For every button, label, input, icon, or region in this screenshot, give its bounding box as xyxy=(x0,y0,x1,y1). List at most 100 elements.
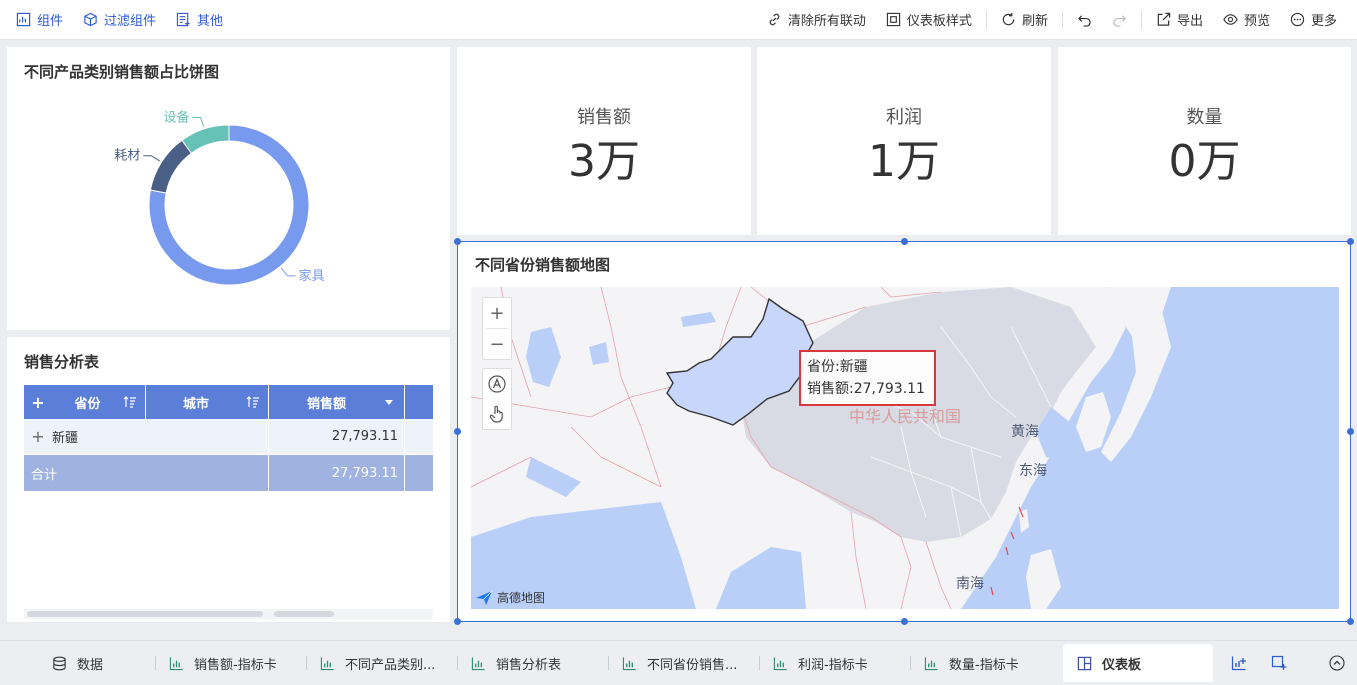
scrollbar-thumb[interactable] xyxy=(27,611,263,617)
add-component-button[interactable]: 组件 xyxy=(16,10,63,29)
toolbar-divider xyxy=(1140,10,1142,29)
table-row[interactable]: + 新疆 27,793.11 xyxy=(24,419,433,455)
bar-chart-icon xyxy=(924,656,938,670)
more-button[interactable]: 更多 xyxy=(1280,10,1347,29)
province-cell: + 新疆 xyxy=(24,419,269,454)
tab-data[interactable]: 数据 xyxy=(0,644,155,682)
tab-sales-table[interactable]: 销售分析表 xyxy=(457,644,608,682)
sea-label-south: 南海 xyxy=(956,576,984,592)
tab-profit-kpi[interactable]: 利润-指标卡 xyxy=(759,644,910,682)
undo-button[interactable] xyxy=(1067,12,1102,27)
resize-handle[interactable] xyxy=(454,618,461,625)
sort-icon[interactable] xyxy=(246,395,260,409)
resize-handle[interactable] xyxy=(901,618,908,625)
compass-icon xyxy=(488,375,506,393)
horizontal-scrollbar[interactable] xyxy=(24,609,433,619)
total-value: 27,793.11 xyxy=(269,455,405,491)
tab-divider xyxy=(457,656,458,670)
table-total-row: 合计 27,793.11 xyxy=(24,455,433,491)
preview-button[interactable]: 预览 xyxy=(1213,10,1280,29)
pie-slice-2[interactable] xyxy=(181,124,230,154)
hand-pointer-icon xyxy=(489,405,503,423)
kpi-card-profit[interactable]: 利润 1万 xyxy=(757,47,1051,235)
header-spacer xyxy=(405,385,433,419)
collapse-tabs-button[interactable] xyxy=(1315,644,1357,682)
bar-chart-icon xyxy=(622,656,636,670)
pie-slice-1[interactable] xyxy=(149,139,193,194)
total-spacer xyxy=(405,455,433,491)
tab-province-map[interactable]: 不同省份销售... xyxy=(608,644,759,682)
sales-cell: 27,793.11 xyxy=(269,419,405,454)
map-reset-button[interactable] xyxy=(482,369,512,399)
filter-component-button[interactable]: 过滤组件 xyxy=(83,10,156,29)
kpi-card-quantity[interactable]: 数量 0万 xyxy=(1058,47,1351,235)
redo-button[interactable] xyxy=(1102,12,1137,27)
add-chart-icon xyxy=(1231,656,1246,671)
resize-handle[interactable] xyxy=(1347,428,1354,435)
kpi-value: 1万 xyxy=(868,136,940,187)
add-component-tab-button[interactable] xyxy=(1219,644,1259,682)
tab-divider xyxy=(306,656,307,670)
country-label: 中华人民共和国 xyxy=(849,407,962,426)
map-pan-button[interactable] xyxy=(482,399,512,429)
zoom-out-button[interactable]: − xyxy=(482,329,512,359)
bottom-tab-bar: 数据 销售额-指标卡 不同产品类别... 销售分析表 不同省份销售... 利润-… xyxy=(0,640,1357,685)
expand-all-icon[interactable]: + xyxy=(24,393,52,412)
bar-chart-icon xyxy=(471,656,485,670)
caret-down-icon[interactable] xyxy=(384,397,394,407)
kpi-value: 0万 xyxy=(1168,136,1241,187)
sea-label-east: 东海 xyxy=(1019,463,1047,479)
add-dashboard-icon xyxy=(1271,655,1287,670)
chevron-up-circle-icon xyxy=(1329,655,1345,671)
scrollbar-thumb[interactable] xyxy=(274,611,334,617)
more-icon xyxy=(1290,12,1305,27)
sort-icon[interactable] xyxy=(123,395,137,409)
eye-icon xyxy=(1223,14,1238,25)
redo-icon xyxy=(1113,15,1126,27)
other-icon xyxy=(176,12,190,27)
pie-label-2: 设备 xyxy=(164,110,190,126)
amap-logo-icon xyxy=(476,590,493,605)
row-spacer xyxy=(405,419,433,454)
add-dashboard-tab-button[interactable] xyxy=(1259,644,1299,682)
zoom-in-button[interactable]: + xyxy=(482,298,512,328)
bar-chart-icon xyxy=(320,656,334,670)
expand-row-icon[interactable]: + xyxy=(24,427,52,446)
add-component-icon xyxy=(16,12,31,27)
map-tools xyxy=(482,368,512,430)
map-title: 不同省份销售额地图 xyxy=(475,256,611,274)
resize-handle[interactable] xyxy=(454,238,461,245)
pie-leader-line xyxy=(192,117,205,128)
tab-divider xyxy=(759,656,760,670)
pie-leader-line xyxy=(143,155,161,162)
header-sales[interactable]: 销售额 xyxy=(269,385,405,419)
tab-pie-chart[interactable]: 不同产品类别... xyxy=(306,644,457,682)
pie-chart-panel[interactable]: 不同产品类别销售额占比饼图 家具 耗材 设备 xyxy=(7,47,450,330)
map-panel[interactable]: 不同省份销售额地图 中华人民共和国 黄海 东海 南海 + − 省份:新疆 销售额… xyxy=(454,238,1354,625)
toolbar-divider xyxy=(1061,10,1063,29)
dashboard-icon xyxy=(1077,656,1092,670)
pie-label-0: 家具 xyxy=(299,268,325,284)
export-button[interactable]: 导出 xyxy=(1146,10,1213,29)
dashboard-style-button[interactable]: 仪表板样式 xyxy=(876,10,982,29)
map-background xyxy=(471,287,1171,609)
export-icon xyxy=(1157,12,1171,26)
refresh-button[interactable]: 刷新 xyxy=(991,10,1058,29)
zoom-controls: + − xyxy=(482,297,512,360)
header-province[interactable]: + 省份 xyxy=(24,385,146,419)
header-city[interactable]: 城市 xyxy=(146,385,269,419)
style-icon xyxy=(886,12,901,27)
clear-links-button[interactable]: 清除所有联动 xyxy=(757,10,876,29)
resize-handle[interactable] xyxy=(454,428,461,435)
tab-quantity-kpi[interactable]: 数量-指标卡 xyxy=(910,644,1061,682)
tab-sales-kpi[interactable]: 销售额-指标卡 xyxy=(155,644,306,682)
tab-dashboard[interactable]: 仪表板 xyxy=(1063,644,1213,682)
sales-table-panel[interactable]: 销售分析表 + 省份 城市 销售额 + 新疆 27,793.11 合计 27,7… xyxy=(7,337,450,622)
kpi-card-sales[interactable]: 销售额 3万 xyxy=(457,47,751,235)
resize-handle[interactable] xyxy=(1347,238,1354,245)
bar-chart-icon xyxy=(773,656,787,670)
map-canvas[interactable]: 中华人民共和国 黄海 东海 南海 + − 省份:新疆 销售额:27,793.11… xyxy=(471,287,1339,609)
resize-handle[interactable] xyxy=(1347,618,1354,625)
other-button[interactable]: 其他 xyxy=(176,10,223,29)
resize-handle[interactable] xyxy=(901,238,908,245)
